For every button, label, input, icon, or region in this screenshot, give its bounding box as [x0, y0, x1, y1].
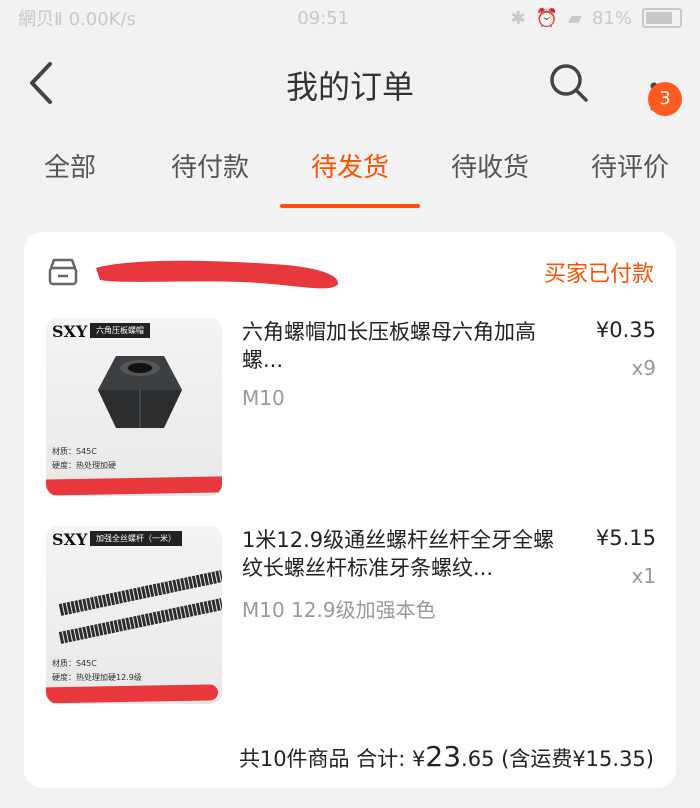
product-title[interactable]: 六角螺帽加长压板螺母六角加高螺...: [242, 318, 572, 374]
redaction-mark: [46, 476, 222, 496]
thumb-spec: 硬度：热处理加硬12.9级: [52, 673, 142, 682]
tab-all[interactable]: 全部: [0, 146, 140, 208]
shop-row[interactable]: 买家已付款: [48, 252, 654, 292]
clock: 09:51: [297, 7, 350, 29]
product-image[interactable]: SXY 六角压板螺帽 材质：S45C 硬度：热处理加硬: [46, 318, 222, 496]
search-button[interactable]: [546, 60, 592, 106]
order-item[interactable]: SXY 加强全丝螺杆（一米） 材质：S45C 硬度：热处理加硬12.9级 1米1…: [46, 526, 656, 706]
product-quantity: x9: [631, 356, 656, 380]
thumb-spec: 材质：S45C: [52, 447, 97, 456]
network-status: 網贝Ⅱ 0.00K/s: [18, 9, 136, 30]
total-amount-decimal: .65: [461, 747, 495, 771]
product-price: ¥0.35: [595, 318, 656, 342]
status-icons: ✱ ⏰ ▰ 81%: [511, 8, 682, 29]
product-image[interactable]: SXY 加强全丝螺杆（一米） 材质：S45C 硬度：热处理加硬12.9级: [46, 526, 222, 704]
signal-icon: ▰: [568, 7, 582, 29]
redaction-mark: [46, 684, 219, 704]
tab-pending-payment[interactable]: 待付款: [140, 146, 280, 208]
tab-pending-receipt[interactable]: 待收货: [420, 146, 560, 208]
product-sku: M10: [242, 386, 285, 410]
order-tabs: 全部 待付款 待发货 待收货 待评价: [0, 146, 700, 208]
order-card[interactable]: 买家已付款 SXY 六角压板螺帽 材质：S45C 硬度：热处理加硬 六角螺帽加长…: [24, 232, 676, 788]
shop-icon: [48, 258, 78, 286]
item-count: 共10件商品: [238, 747, 350, 771]
thumb-spec: 硬度：热处理加硬: [52, 461, 116, 470]
bluetooth-icon: ✱: [510, 7, 526, 29]
product-title[interactable]: 1米12.9级通丝螺杆丝杆全牙全螺纹长螺丝杆标准牙条螺纹...: [242, 526, 572, 582]
currency-symbol: ¥: [412, 747, 426, 771]
total-amount-integer: 23: [425, 740, 462, 773]
product-sku: M10 12.9级加强本色: [242, 598, 436, 622]
status-bar: 網贝Ⅱ 0.00K/s 09:51 ✱ ⏰ ▰ 81%: [0, 0, 700, 36]
order-status: 买家已付款: [543, 262, 654, 287]
order-item[interactable]: SXY 六角压板螺帽 材质：S45C 硬度：热处理加硬 六角螺帽加长压板螺母六角…: [46, 318, 656, 498]
nav-bar: 我的订单 3: [0, 40, 700, 130]
product-quantity: x1: [631, 564, 656, 588]
battery-percent: 81%: [591, 7, 632, 29]
alarm-icon: ⏰: [535, 7, 559, 29]
battery-icon: [642, 8, 682, 28]
page-title: 我的订单: [285, 68, 414, 106]
total-label: 合计:: [356, 747, 406, 771]
thumb-spec: 材质：S45C: [52, 659, 97, 668]
notification-badge: 3: [648, 82, 682, 116]
shop-name-redacted: [96, 260, 339, 289]
shipping-fee: (含运费¥15.35): [501, 747, 654, 771]
search-icon: [550, 64, 588, 102]
product-price: ¥5.15: [595, 526, 656, 550]
tab-pending-review[interactable]: 待评价: [560, 146, 700, 208]
order-summary: 共10件商品 合计: ¥23.65 (含运费¥15.35): [239, 740, 654, 773]
tab-pending-shipment[interactable]: 待发货: [280, 146, 420, 208]
